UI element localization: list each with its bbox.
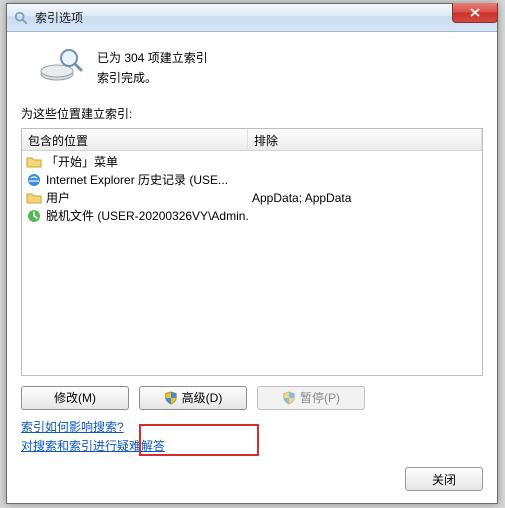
list-header: 包含的位置 排除 (22, 129, 482, 151)
locations-list: 包含的位置 排除 「开始」菜单Internet Explorer 历史记录 (U… (21, 128, 483, 376)
search-glass-icon (13, 10, 29, 26)
shield-icon (164, 391, 178, 405)
help-links: 索引如何影响搜索? 对搜索和索引进行疑难解答 (21, 418, 483, 456)
button-row: 修改(M) 高级(D) 暂停(P) (21, 386, 483, 410)
col-exclude[interactable]: 排除 (248, 129, 482, 150)
drive-search-icon (39, 44, 83, 84)
link-how-indexing-affects-search[interactable]: 索引如何影响搜索? (21, 418, 124, 437)
advanced-button-label: 高级(D) (182, 389, 223, 406)
row-label: 「开始」菜单 (46, 153, 118, 170)
folder-icon (26, 154, 42, 170)
close-dialog-button[interactable]: 关闭 (405, 467, 483, 491)
close-icon (470, 8, 480, 17)
row-label: Internet Explorer 历史记录 (USE... (46, 171, 228, 188)
status-text: 已为 304 项建立索引 索引完成。 (97, 44, 208, 89)
index-complete-line: 索引完成。 (97, 68, 208, 88)
col-included[interactable]: 包含的位置 (22, 129, 248, 150)
table-row[interactable]: 脱机文件 (USER-20200326VY\Admin... (22, 207, 482, 225)
close-dialog-label: 关闭 (432, 471, 456, 488)
modify-button[interactable]: 修改(M) (21, 386, 129, 410)
advanced-button[interactable]: 高级(D) (139, 386, 247, 410)
row-label: 脱机文件 (USER-20200326VY\Admin... (46, 207, 248, 224)
link-troubleshoot-search[interactable]: 对搜索和索引进行疑难解答 (21, 437, 165, 456)
client-area: 已为 304 项建立索引 索引完成。 为这些位置建立索引: 包含的位置 排除 「… (7, 32, 497, 503)
indexed-count-line: 已为 304 项建立索引 (97, 48, 208, 68)
table-row[interactable]: Internet Explorer 历史记录 (USE... (22, 171, 482, 189)
ie-icon (26, 172, 42, 188)
window-title: 索引选项 (35, 9, 83, 26)
table-row[interactable]: 用户 AppData; AppData (22, 189, 482, 207)
folder-icon (26, 190, 42, 206)
row-exclude: AppData; AppData (248, 191, 482, 205)
row-label: 用户 (46, 189, 70, 206)
close-button[interactable] (452, 3, 498, 23)
pause-button-label: 暂停(P) (300, 389, 340, 406)
shield-icon (282, 391, 296, 405)
dialog-footer: 关闭 (405, 467, 483, 491)
titlebar: 索引选项 (7, 4, 497, 32)
indexing-options-dialog: 索引选项 已为 304 项建立索引 索引完成。 为这些位置建立索引: (6, 3, 498, 504)
status-row: 已为 304 项建立索引 索引完成。 (39, 44, 483, 89)
table-row[interactable]: 「开始」菜单 (22, 153, 482, 171)
modify-button-label: 修改(M) (54, 389, 96, 406)
offline-icon (26, 208, 42, 224)
locations-label: 为这些位置建立索引: (21, 105, 483, 122)
list-body: 「开始」菜单Internet Explorer 历史记录 (USE...用户 Ap… (22, 151, 482, 227)
pause-button: 暂停(P) (257, 386, 365, 410)
